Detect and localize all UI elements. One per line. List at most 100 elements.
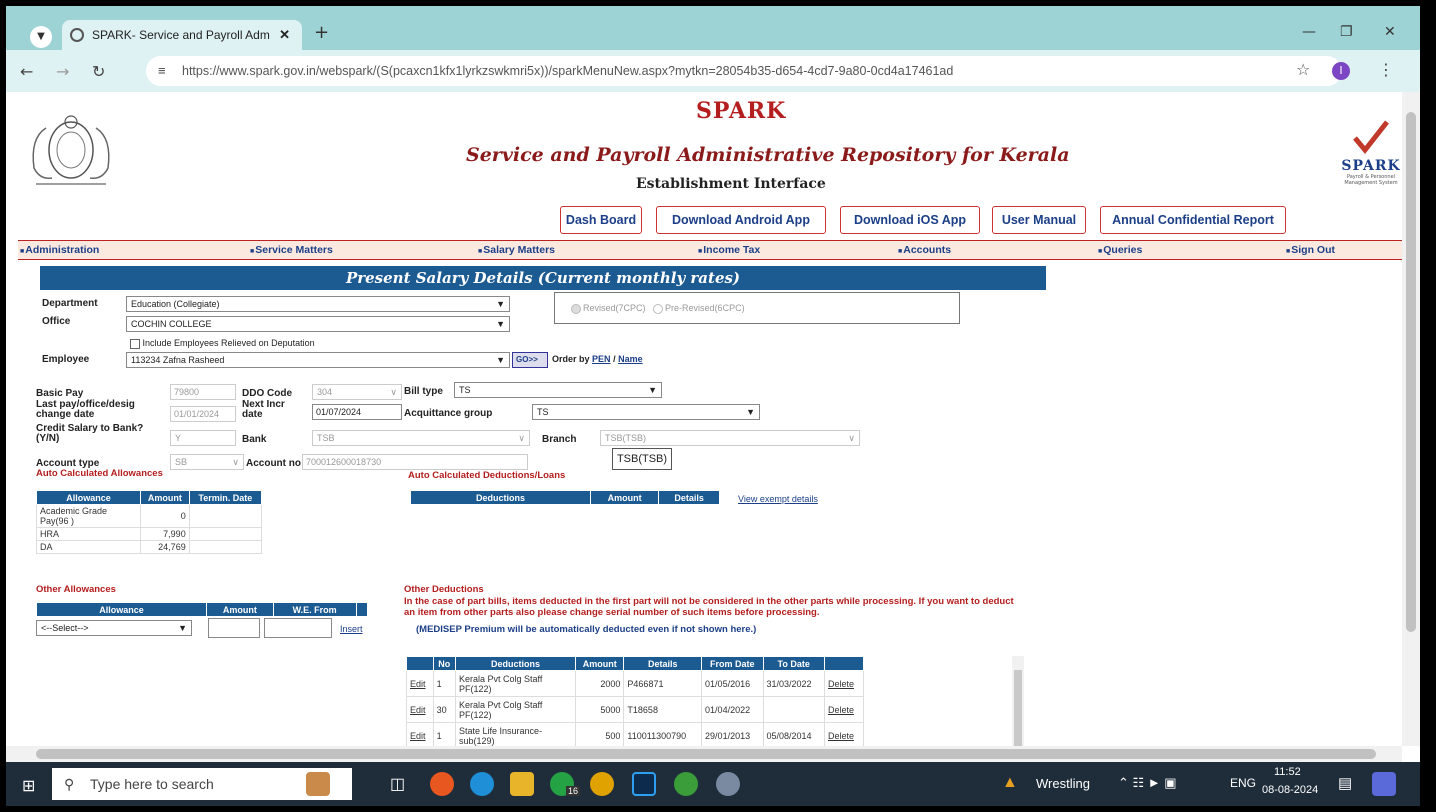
branch-label: Branch	[542, 434, 577, 445]
delete-link[interactable]: Delete	[823, 722, 865, 746]
include-relieved-row: Include Employees Relieved on Deputation	[130, 338, 315, 349]
other-allowance-select[interactable]: <--Select--> ▼	[36, 620, 192, 636]
tab-strip: ▼ SPARK- Service and Payroll Adm ✕ + — ❐…	[6, 6, 1420, 50]
copilot-icon[interactable]	[1372, 772, 1396, 796]
last-pay-change-field[interactable]: 01/01/2024	[170, 406, 236, 422]
ddo-code-select[interactable]: 304 ∨	[312, 384, 402, 400]
kerala-emblem-logo	[32, 115, 110, 185]
tray-icons[interactable]: ⌃ ☷ ► ▣	[1118, 775, 1177, 791]
next-incr-label: Next Incr date	[242, 399, 285, 420]
department-select[interactable]: Education (Collegiate) ▼	[126, 296, 510, 312]
menu-administration[interactable]: Administration	[20, 244, 99, 256]
back-button[interactable]: ←	[20, 62, 33, 81]
credit-salary-select[interactable]: Y	[170, 430, 236, 446]
clock-time[interactable]: 11:52	[1274, 766, 1301, 778]
menu-income-tax[interactable]: Income Tax	[698, 244, 760, 256]
forward-button[interactable]: →	[56, 62, 69, 81]
edit-link[interactable]: Edit	[406, 696, 434, 723]
other-allowance-amount-input[interactable]	[208, 618, 260, 638]
bookmark-star-icon[interactable]: ☆	[1296, 60, 1310, 79]
utorrent-icon[interactable]	[674, 772, 698, 796]
revised-radio[interactable]	[571, 303, 581, 314]
dashboard-button[interactable]: Dash Board	[560, 206, 642, 234]
new-tab-button[interactable]: +	[314, 22, 329, 43]
edit-link[interactable]: Edit	[406, 722, 434, 746]
branch-select[interactable]: TSB(TSB) ∨	[600, 430, 860, 446]
firefox-icon[interactable]	[430, 772, 454, 796]
user-manual-button[interactable]: User Manual	[992, 206, 1086, 234]
menu-salary-matters[interactable]: Salary Matters	[478, 244, 555, 256]
include-relieved-checkbox[interactable]	[130, 338, 140, 349]
bill-type-label: Bill type	[404, 386, 443, 397]
close-tab-icon[interactable]: ✕	[279, 20, 290, 50]
photoshop-icon[interactable]	[632, 772, 656, 796]
paint-icon[interactable]	[716, 772, 740, 796]
menu-service-matters[interactable]: Service Matters	[250, 244, 333, 256]
weather-text[interactable]: Wrestling	[1036, 776, 1090, 791]
windows-start-icon[interactable]: ⊞	[22, 776, 35, 795]
page-horizontal-scrollbar[interactable]	[6, 746, 1402, 762]
edge-icon[interactable]	[470, 772, 494, 796]
file-explorer-icon[interactable]	[510, 772, 534, 796]
order-by-name-link[interactable]: Name	[618, 354, 643, 364]
insert-link[interactable]: Insert	[340, 624, 363, 634]
menu-accounts[interactable]: Accounts	[898, 244, 951, 256]
other-allowance-we-from-input[interactable]	[264, 618, 332, 638]
office-select[interactable]: COCHIN COLLEGE ▼	[126, 316, 510, 332]
acquittance-group-label: Acquittance group	[404, 408, 493, 419]
profile-avatar[interactable]: I	[1332, 62, 1350, 80]
download-android-button[interactable]: Download Android App	[656, 206, 826, 234]
cat-widget-icon[interactable]	[306, 772, 330, 796]
language-indicator[interactable]: ENG	[1230, 776, 1256, 790]
site-info-icon[interactable]: ≡	[158, 56, 166, 86]
windows-taskbar: ⊞ ⚲ Type here to search ◫ 16 ▲ Wrestling…	[6, 762, 1420, 806]
whatsapp-badge: 16	[566, 786, 581, 796]
delete-link[interactable]: Delete	[823, 670, 865, 697]
go-button[interactable]: GO>>	[512, 352, 548, 368]
basic-pay-field[interactable]: 79800	[170, 384, 236, 400]
section-heading: Present Salary Details (Current monthly …	[40, 266, 1046, 290]
download-ios-button[interactable]: Download iOS App	[840, 206, 980, 234]
acquittance-group-select[interactable]: TS ▼	[532, 404, 760, 420]
tab-search-button[interactable]: ▼	[30, 26, 52, 48]
reload-button[interactable]: ↻	[92, 62, 105, 81]
clock-date[interactable]: 08-08-2024	[1262, 784, 1318, 796]
tab-title: SPARK- Service and Payroll Adm	[92, 28, 270, 42]
order-by-pen-link[interactable]: PEN	[592, 354, 611, 364]
medisep-note: (MEDISEP Premium will be automatically d…	[416, 624, 757, 635]
table-row: Edit 30 Kerala Pvt Colg Staff PF(122) 50…	[406, 696, 865, 723]
account-type-select[interactable]: SB ∨	[170, 454, 244, 470]
url-field[interactable]: ≡ https://www.spark.gov.in/webspark/(S(p…	[146, 56, 1342, 86]
bank-select[interactable]: TSB ∨	[312, 430, 530, 446]
page-vertical-scrollbar[interactable]	[1402, 92, 1420, 746]
chevron-down-icon: ▼	[496, 355, 505, 365]
prerevised-radio[interactable]	[653, 303, 664, 314]
chrome-icon[interactable]	[590, 772, 614, 796]
table-row: DA 24,769	[36, 540, 263, 554]
pay-revision-box: Revised(7CPC) Pre-Revised(6CPC)	[554, 292, 960, 324]
other-allowances-title: Other Allowances	[36, 584, 116, 595]
web-page: SPARK Service and Payroll Administrative…	[6, 92, 1402, 746]
employee-select[interactable]: 113234 Zafna Rasheed ▼	[126, 352, 510, 368]
account-no-field[interactable]: 700012600018730	[302, 454, 528, 470]
next-incr-field[interactable]: 01/07/2024	[312, 404, 402, 420]
browser-menu-icon[interactable]: ⋮	[1378, 60, 1394, 79]
edit-link[interactable]: Edit	[406, 670, 434, 697]
view-exempt-details-link[interactable]: View exempt details	[738, 494, 818, 504]
delete-link[interactable]: Delete	[823, 696, 865, 723]
minimize-button[interactable]: —	[1302, 24, 1316, 40]
task-view-icon[interactable]: ◫	[390, 774, 405, 794]
menu-queries[interactable]: Queries	[1098, 244, 1142, 256]
annual-confidential-report-button[interactable]: Annual Confidential Report	[1100, 206, 1286, 234]
address-bar-row: ← → ↻ ≡ https://www.spark.gov.in/webspar…	[6, 50, 1420, 92]
bill-type-select[interactable]: TS ▼	[454, 382, 662, 398]
menu-sign-out[interactable]: Sign Out	[1286, 244, 1335, 256]
spark-right-logo: SPARK Payroll & Personnel Management Sys…	[1336, 120, 1402, 192]
auto-allowances-title: Auto Calculated Allowances	[36, 468, 163, 479]
restore-button[interactable]: ❐	[1340, 24, 1353, 40]
close-window-button[interactable]: ✕	[1384, 24, 1396, 40]
deductions-scrollbar[interactable]	[1012, 656, 1024, 746]
notifications-icon[interactable]: ▤	[1338, 774, 1352, 792]
page-subtitle: Establishment Interface	[636, 176, 826, 192]
browser-tab[interactable]: SPARK- Service and Payroll Adm ✕	[62, 20, 302, 50]
